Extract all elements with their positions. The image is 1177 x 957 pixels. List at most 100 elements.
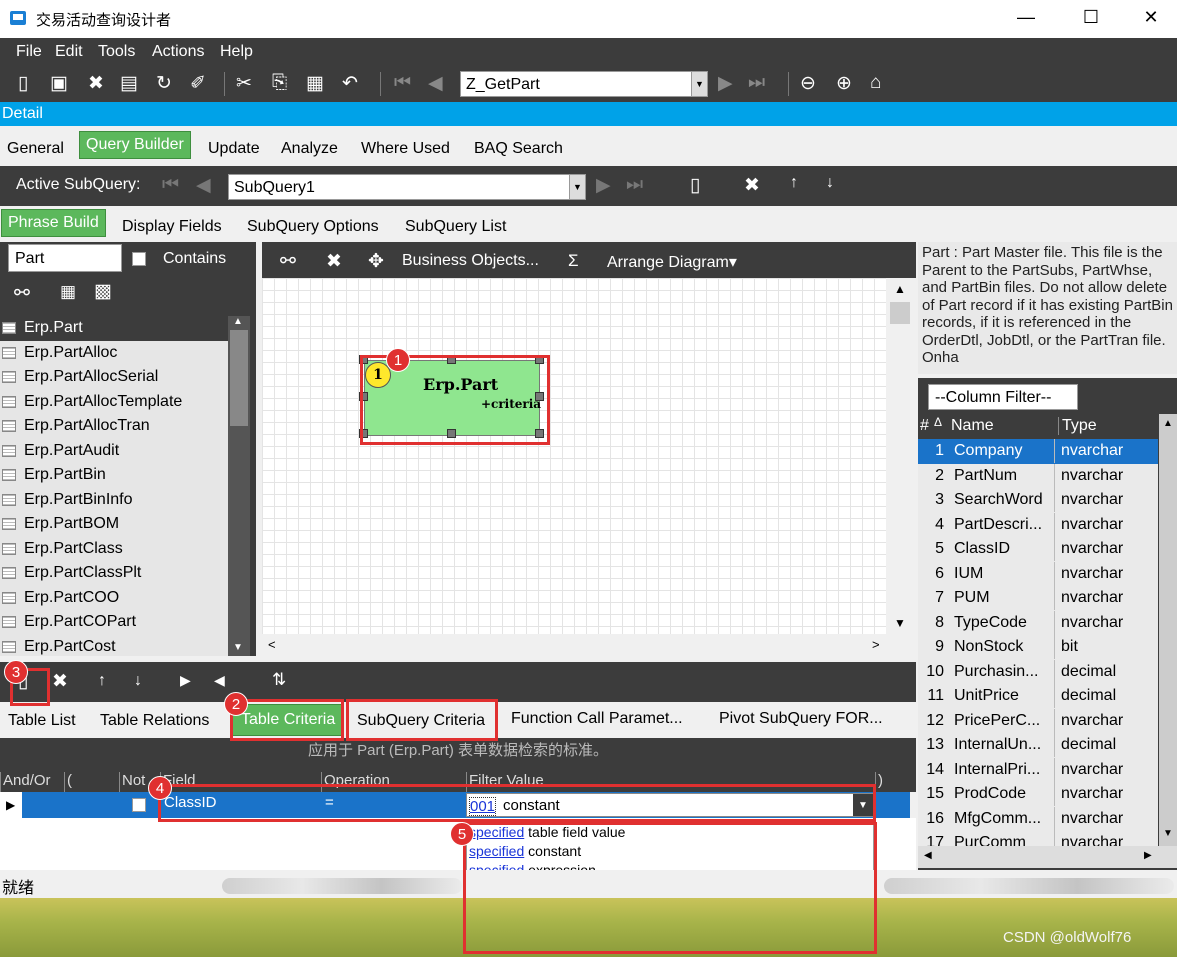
- indent-left-icon[interactable]: ◀: [214, 672, 225, 689]
- delete-icon[interactable]: ✖: [326, 250, 342, 273]
- prev-subquery-icon[interactable]: ◀: [196, 174, 211, 197]
- tab-pivot-subquery[interactable]: Pivot SubQuery FOR...: [719, 710, 883, 728]
- column-row[interactable]: 6 IUM nvarchar: [918, 561, 1158, 586]
- move-down-icon[interactable]: ↓: [134, 672, 142, 690]
- column-row[interactable]: 2 PartNum nvarchar: [918, 463, 1158, 488]
- paste-icon[interactable]: ▦: [306, 72, 324, 95]
- table-list-item[interactable]: Erp.PartAllocSerial: [0, 365, 228, 390]
- column-row[interactable]: 5 ClassID nvarchar: [918, 537, 1158, 562]
- move-down-icon[interactable]: ↓: [826, 174, 834, 192]
- query-id-combo[interactable]: Z_GetPart ▼: [460, 71, 708, 97]
- table-list-item[interactable]: Erp.PartCOPart: [0, 610, 228, 635]
- tab-where-used[interactable]: Where Used: [361, 140, 450, 158]
- table-list-item[interactable]: Erp.PartBinInfo: [0, 488, 228, 513]
- tab-phrase-build[interactable]: Phrase Build: [1, 209, 106, 237]
- print-icon[interactable]: ▤: [120, 72, 138, 95]
- table-list-item[interactable]: Erp.PartAllocTran: [0, 414, 228, 439]
- table-icon[interactable]: ▦: [60, 282, 76, 302]
- copy-icon[interactable]: ⎘: [272, 72, 287, 94]
- contains-checkbox[interactable]: [132, 252, 146, 266]
- col-name-header[interactable]: Name: [951, 417, 994, 435]
- col-type-header[interactable]: Type: [1058, 417, 1097, 435]
- column-row[interactable]: 7 PUM nvarchar: [918, 586, 1158, 611]
- home-icon[interactable]: ⌂: [870, 72, 881, 94]
- arrange-diagram-button[interactable]: Arrange Diagram▾: [607, 252, 737, 272]
- col-open-paren[interactable]: (: [64, 772, 72, 792]
- tab-baq-search[interactable]: BAQ Search: [474, 140, 563, 158]
- diagram-canvas[interactable]: Erp.Part +criteria 1: [262, 278, 886, 634]
- column-row[interactable]: 15 ProdCode nvarchar: [918, 782, 1158, 807]
- tab-subquery-options[interactable]: SubQuery Options: [247, 218, 379, 236]
- link-icon[interactable]: ⚯: [280, 250, 296, 273]
- calculator-icon[interactable]: ▩: [94, 280, 112, 303]
- col-close-paren[interactable]: ): [875, 772, 883, 792]
- tab-display-fields[interactable]: Display Fields: [122, 218, 222, 236]
- table-list-item[interactable]: Erp.PartCost: [0, 635, 228, 657]
- last-record-icon[interactable]: ⏭: [748, 72, 765, 94]
- save-icon[interactable]: ▣: [50, 72, 68, 95]
- column-filter-input[interactable]: --Column Filter--: [928, 384, 1078, 410]
- column-grid-scrollbar[interactable]: ▲ ▼: [1159, 414, 1177, 846]
- delete-criteria-icon[interactable]: ✖: [52, 670, 68, 693]
- table-list-scrollbar[interactable]: ▲ ▼: [228, 316, 250, 656]
- tab-analyze[interactable]: Analyze: [281, 140, 338, 158]
- tab-update[interactable]: Update: [208, 140, 260, 158]
- first-subquery-icon[interactable]: ⏮: [162, 174, 179, 196]
- tab-subquery-list[interactable]: SubQuery List: [405, 218, 506, 236]
- table-list-item[interactable]: Erp.PartClassPlt: [0, 561, 228, 586]
- sigma-button[interactable]: Σ: [568, 251, 579, 271]
- minimize-button[interactable]: —: [996, 0, 1056, 34]
- first-record-icon[interactable]: ⏮: [394, 72, 411, 94]
- column-row[interactable]: 4 PartDescri... nvarchar: [918, 512, 1158, 537]
- column-row[interactable]: 9 NonStock bit: [918, 635, 1158, 660]
- column-row[interactable]: 10 Purchasin... decimal: [918, 659, 1158, 684]
- delete-subquery-icon[interactable]: ✖: [744, 174, 760, 197]
- next-subquery-icon[interactable]: ▶: [596, 174, 611, 197]
- table-list-item[interactable]: Erp.PartBin: [0, 463, 228, 488]
- not-checkbox[interactable]: [132, 798, 146, 812]
- indent-right-icon[interactable]: ▶: [180, 672, 191, 689]
- col-andor[interactable]: And/Or: [0, 772, 51, 792]
- sort-az-icon[interactable]: ⇅: [272, 670, 286, 690]
- maximize-button[interactable]: ☐: [1061, 0, 1121, 34]
- new-subquery-icon[interactable]: ▯: [690, 174, 700, 197]
- sort-icon[interactable]: Δ: [934, 415, 942, 429]
- next-record-icon[interactable]: ▶: [718, 72, 733, 95]
- column-grid-hscrollbar[interactable]: ◀ ▶: [918, 846, 1177, 868]
- link-icon[interactable]: ⚯: [14, 282, 30, 305]
- menu-file[interactable]: File: [16, 43, 42, 61]
- tab-table-list[interactable]: Table List: [8, 712, 76, 730]
- cut-icon[interactable]: ✂: [236, 72, 252, 95]
- column-row[interactable]: 8 TypeCode nvarchar: [918, 610, 1158, 635]
- table-list-item[interactable]: Erp.PartAlloc: [0, 341, 228, 366]
- menu-edit[interactable]: Edit: [55, 43, 83, 61]
- column-row[interactable]: 11 UnitPrice decimal: [918, 684, 1158, 709]
- move-up-icon[interactable]: ↑: [790, 174, 798, 192]
- tab-general[interactable]: General: [7, 140, 64, 158]
- business-objects-icon[interactable]: ✥: [368, 250, 384, 273]
- diagram-hscrollbar[interactable]: < >: [262, 634, 886, 656]
- column-row[interactable]: 3 SearchWord nvarchar: [918, 488, 1158, 513]
- table-list-item[interactable]: Erp.PartAllocTemplate: [0, 390, 228, 415]
- new-icon[interactable]: ▯: [18, 72, 28, 95]
- tab-query-builder[interactable]: Query Builder: [79, 131, 191, 159]
- back-icon[interactable]: ⊖: [800, 72, 816, 95]
- menu-help[interactable]: Help: [220, 43, 253, 61]
- table-list-item[interactable]: Erp.PartClass: [0, 537, 228, 562]
- table-list-item[interactable]: Erp.PartCOO: [0, 586, 228, 611]
- row-selector-icon[interactable]: ▶: [0, 792, 22, 818]
- close-button[interactable]: ✕: [1121, 0, 1177, 34]
- undo-icon[interactable]: ↶: [342, 72, 358, 95]
- menu-tools[interactable]: Tools: [98, 43, 135, 61]
- delete-icon[interactable]: ✖: [88, 72, 104, 95]
- menu-actions[interactable]: Actions: [152, 43, 204, 61]
- refresh-icon[interactable]: ↻: [156, 72, 172, 95]
- column-row[interactable]: 16 MfgComm... nvarchar: [918, 806, 1158, 831]
- move-up-icon[interactable]: ↑: [98, 672, 106, 690]
- table-search-input[interactable]: Part: [8, 244, 122, 272]
- column-row[interactable]: 1 Company nvarchar: [918, 439, 1158, 464]
- business-objects-button[interactable]: Business Objects...: [402, 252, 539, 270]
- tab-function-call-params[interactable]: Function Call Paramet...: [511, 710, 683, 728]
- col-not[interactable]: Not: [119, 772, 145, 792]
- table-list-item[interactable]: Erp.PartBOM: [0, 512, 228, 537]
